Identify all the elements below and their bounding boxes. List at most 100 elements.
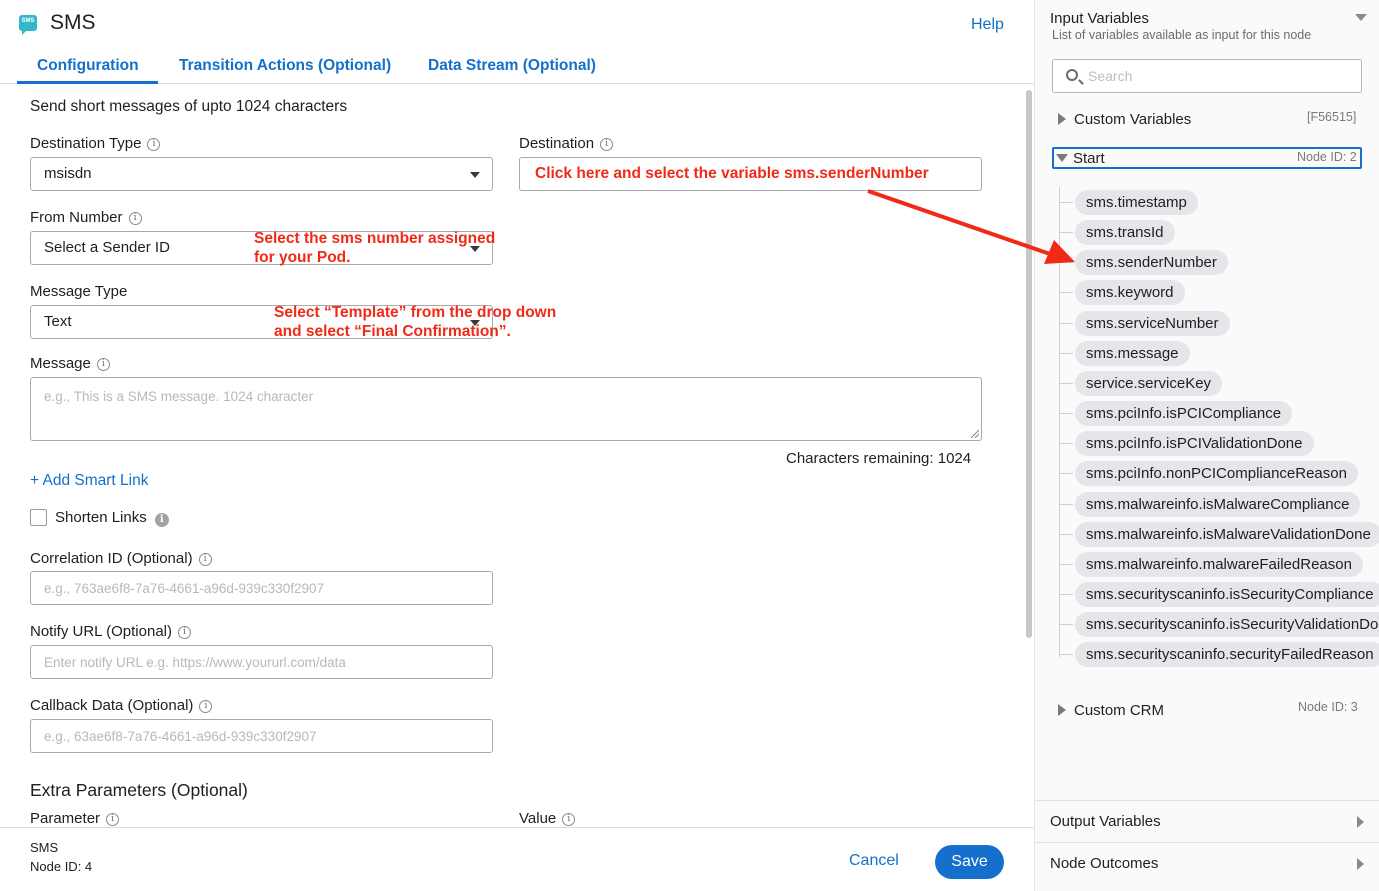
- variable-chip[interactable]: sms.malwareinfo.isMalwareValidationDone: [1075, 521, 1379, 547]
- destination-type-select[interactable]: msisdn: [30, 157, 493, 191]
- cancel-button[interactable]: Cancel: [849, 852, 899, 870]
- tab-data-stream[interactable]: Data Stream (Optional): [428, 57, 596, 75]
- input-variables-title: Input Variables: [1050, 10, 1149, 27]
- footer-node-name: SMS: [30, 840, 59, 855]
- tree-connector-tick: [1059, 262, 1073, 264]
- destination-label: Destination i: [519, 135, 614, 152]
- tree-connector-tick: [1059, 413, 1073, 415]
- node-outcomes-label: Node Outcomes: [1050, 855, 1159, 872]
- start-label: Start: [1073, 150, 1105, 167]
- notify-url-input[interactable]: Enter notify URL e.g. https://www.yourur…: [30, 645, 493, 679]
- variable-chip[interactable]: sms.senderNumber: [1075, 250, 1228, 276]
- info-icon[interactable]: i: [128, 212, 142, 225]
- scrollbar[interactable]: [1026, 90, 1032, 638]
- tree-connector-tick: [1059, 503, 1073, 505]
- variable-chip[interactable]: sms.securityscaninfo.isSecurityValidatio…: [1075, 612, 1379, 638]
- variable-chip[interactable]: sms.timestamp: [1075, 190, 1198, 215]
- annotation-line: Select “Template” from the drop down: [274, 304, 557, 321]
- from-number-label: From Number i: [30, 209, 142, 226]
- tree-connector-tick: [1059, 473, 1073, 475]
- tab-configuration[interactable]: Configuration: [37, 57, 139, 75]
- variable-chip[interactable]: sms.malwareinfo.malwareFailedReason: [1075, 551, 1363, 577]
- chevron-down-icon[interactable]: [1355, 14, 1367, 21]
- expand-triangle-icon[interactable]: [1058, 113, 1066, 125]
- resize-handle[interactable]: [971, 430, 979, 438]
- annotation-line: Select the sms number assigned: [254, 230, 496, 247]
- start-node-id: Node ID: 2: [1297, 150, 1357, 164]
- characters-remaining: Characters remaining: 1024: [786, 450, 972, 467]
- parameter-label: Parameter i: [30, 810, 120, 827]
- info-icon[interactable]: i: [96, 358, 110, 371]
- variable-chip[interactable]: sms.keyword: [1075, 280, 1185, 306]
- variable-chip[interactable]: sms.transId: [1075, 220, 1175, 246]
- search-icon: [1066, 69, 1078, 81]
- info-icon[interactable]: i: [147, 138, 161, 151]
- chevron-right-icon: [1357, 816, 1364, 828]
- variable-chip[interactable]: sms.serviceNumber: [1075, 310, 1230, 336]
- header: SMS SMS Help Configuration Transition Ac…: [0, 0, 1034, 84]
- variable-chip[interactable]: sms.pciInfo.nonPCIComplianceReason: [1075, 461, 1358, 487]
- node-description: Send short messages of upto 1024 charact…: [30, 98, 348, 115]
- destination-type-label: Destination Type i: [30, 135, 161, 152]
- tree-connector-tick: [1059, 232, 1073, 234]
- correlation-id-label: Correlation ID (Optional) i: [30, 550, 212, 567]
- correlation-id-input[interactable]: e.g., 763ae6f8-7a76-4661-a96d-939c330f29…: [30, 571, 493, 605]
- input-variables-subtitle: List of variables available as input for…: [1052, 28, 1312, 42]
- tree-connector-tick: [1059, 443, 1073, 445]
- extra-parameters-title: Extra Parameters (Optional): [30, 780, 248, 800]
- tree-connector-tick: [1059, 202, 1073, 203]
- tree-connector-tick: [1059, 382, 1073, 384]
- info-icon[interactable]: i: [154, 513, 169, 527]
- annotation-line: for your Pod.: [254, 249, 351, 266]
- callback-data-input[interactable]: e.g., 63ae6f8-7a76-4661-a96d-939c330f290…: [30, 719, 493, 753]
- variable-chip[interactable]: sms.message: [1075, 340, 1190, 366]
- info-icon[interactable]: i: [600, 138, 614, 151]
- info-icon[interactable]: i: [198, 553, 212, 566]
- active-tab-indicator: [17, 81, 158, 84]
- annotation-destination: Click here and select the variable sms.s…: [535, 165, 929, 182]
- message-type-label: Message Type: [30, 283, 128, 300]
- variable-search-input[interactable]: Search: [1052, 59, 1362, 93]
- variable-chip[interactable]: sms.pciInfo.isPCICompliance: [1075, 401, 1293, 427]
- custom-crm-node-id: Node ID: 3: [1298, 700, 1358, 714]
- variable-chip[interactable]: service.serviceKey: [1075, 370, 1223, 396]
- shorten-links-checkbox[interactable]: [30, 509, 47, 526]
- variable-chip[interactable]: sms.malwareinfo.isMalwareCompliance: [1075, 491, 1361, 517]
- value-label: Value i: [519, 810, 576, 827]
- info-icon[interactable]: i: [199, 700, 213, 713]
- tree-node-start[interactable]: Start Node ID: 2: [1052, 147, 1362, 169]
- info-icon[interactable]: i: [562, 813, 576, 826]
- info-icon[interactable]: i: [106, 813, 120, 826]
- callback-data-label: Callback Data (Optional) i: [30, 697, 213, 714]
- output-variables-label: Output Variables: [1050, 813, 1161, 830]
- chevron-right-icon: [1357, 858, 1364, 870]
- configuration-pane: SMS SMS Help Configuration Transition Ac…: [0, 0, 1034, 891]
- tree-connector-tick: [1059, 322, 1073, 324]
- expand-triangle-icon[interactable]: [1058, 704, 1066, 716]
- annotation-from-number: Select the sms number assigned for your …: [254, 229, 495, 267]
- tree-node-custom-variables[interactable]: Custom Variables: [1074, 111, 1191, 128]
- footer: SMS Node ID: 4 Cancel Save: [0, 827, 1034, 891]
- help-link[interactable]: Help: [971, 16, 1004, 34]
- search-placeholder: Search: [1088, 68, 1133, 84]
- variable-chip[interactable]: sms.securityscaninfo.securityFailedReaso…: [1075, 642, 1379, 668]
- output-variables-section[interactable]: Output Variables: [1035, 800, 1379, 842]
- tab-transition-actions[interactable]: Transition Actions (Optional): [179, 57, 391, 75]
- page-title: SMS: [50, 11, 96, 34]
- tree-connector-tick: [1059, 593, 1073, 595]
- info-icon[interactable]: i: [178, 626, 191, 639]
- message-textarea[interactable]: e.g., This is a SMS message. 1024 charac…: [30, 377, 982, 441]
- node-outcomes-section[interactable]: Node Outcomes: [1035, 842, 1379, 891]
- variable-chip[interactable]: sms.securityscaninfo.isSecurityComplianc…: [1075, 581, 1379, 607]
- sms-node-editor: SMS SMS Help Configuration Transition Ac…: [0, 0, 1379, 891]
- collapse-triangle-icon[interactable]: [1056, 154, 1068, 162]
- tree-connector-tick: [1059, 352, 1073, 354]
- save-button[interactable]: Save: [935, 845, 1004, 879]
- add-smart-link[interactable]: + Add Smart Link: [30, 472, 148, 490]
- tree-node-custom-crm[interactable]: Custom CRM: [1074, 702, 1164, 719]
- variable-chip[interactable]: sms.pciInfo.isPCIValidationDone: [1075, 431, 1314, 457]
- chevron-down-icon: [470, 172, 480, 178]
- notify-url-label: Notify URL (Optional) i: [30, 623, 191, 640]
- start-variables-list: sms.timestamp sms.transId sms.senderNumber…: [1035, 188, 1379, 668]
- annotation-line: and select “Final Confirmation”.: [274, 323, 511, 340]
